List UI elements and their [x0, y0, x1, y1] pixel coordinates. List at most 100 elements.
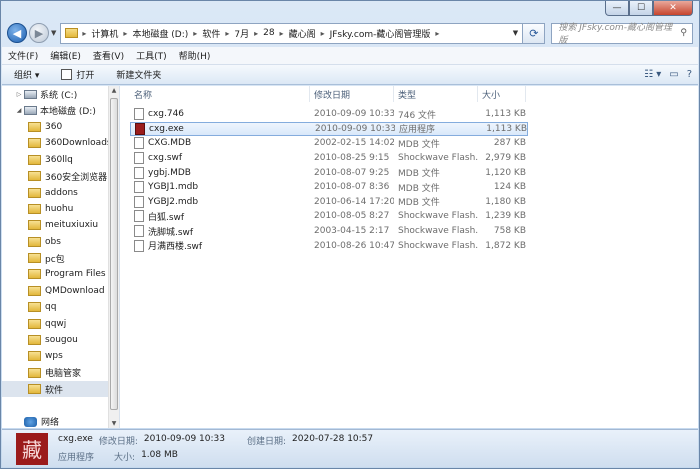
- explorer-window: — ☐ ✕ ◀ ▶ ▼ ▸ 计算机 ▸ 本地磁盘 (D:) ▸ 软件 ▸ 7月 ▸ 28 ▸ 藏心阁 ▸…: [0, 0, 700, 469]
- nav-item-folder[interactable]: 360llq: [2, 152, 119, 168]
- nav-item-label: meituxiuxiu: [45, 220, 99, 231]
- close-button[interactable]: ✕: [653, 1, 693, 16]
- breadcrumb-separator[interactable]: ▸: [225, 29, 229, 38]
- navigation-pane: ▷ 系统 (C:) ◢ 本地磁盘 (D:) 360 360Downloads 360llq 3…: [2, 86, 120, 428]
- nav-item-folder[interactable]: sougou: [2, 332, 119, 348]
- file-row[interactable]: 白狐.swf 2010-08-05 8:27 Shockwave Flash... 1…: [130, 209, 526, 224]
- file-date: 2010-08-26 10:47: [314, 240, 394, 251]
- nav-item-folder[interactable]: 360安全浏览器: [2, 168, 119, 184]
- breadcrumb-item[interactable]: 软件: [202, 27, 220, 40]
- nav-item-network[interactable]: 网络: [2, 413, 119, 428]
- breadcrumb-separator[interactable]: ▸: [321, 29, 325, 38]
- search-input[interactable]: 搜索 JFsky.com-藏心阁管理版 ⚲: [551, 22, 693, 46]
- nav-item-folder[interactable]: meituxiuxiu: [2, 217, 119, 233]
- menu-item[interactable]: 工具(T): [136, 49, 167, 62]
- preview-pane-button[interactable]: ▭: [669, 69, 678, 80]
- column-size-label: 大小: [482, 90, 501, 101]
- collapsed-arrow-icon[interactable]: ▷: [14, 91, 24, 98]
- menu-item[interactable]: 查看(V): [93, 49, 124, 62]
- column-header-name[interactable]: 名称: [130, 86, 310, 102]
- file-date: 2002-02-15 14:02: [314, 138, 394, 149]
- file-name: 洗脚城.swf: [148, 227, 194, 238]
- nav-item-drive[interactable]: ◢ 本地磁盘 (D:): [2, 102, 119, 118]
- breadcrumb-item[interactable]: 7月: [234, 27, 249, 40]
- back-button[interactable]: ◀: [7, 23, 27, 43]
- nav-item-folder[interactable]: 360: [2, 119, 119, 135]
- help-button[interactable]: ?: [687, 69, 692, 80]
- nav-item-folder[interactable]: wps: [2, 348, 119, 364]
- menu-item[interactable]: 帮助(H): [179, 49, 211, 62]
- file-row[interactable]: 月满西楼.swf 2010-08-26 10:47 Shockwave Flash.…: [130, 238, 526, 253]
- file-row[interactable]: cxg.746 2010-09-09 10:33 746 文件 1,113 KB: [130, 107, 526, 122]
- refresh-button[interactable]: ⟳: [523, 22, 546, 44]
- scroll-thumb[interactable]: [110, 98, 118, 410]
- file-type: MDB 文件: [398, 183, 440, 194]
- minimize-button[interactable]: —: [605, 1, 629, 16]
- file-row[interactable]: ygbj.MDB 2010-08-07 9:25 MDB 文件 1,120 KB: [130, 165, 526, 180]
- file-name: YGBJ1.mdb: [148, 182, 199, 193]
- modified-value: 2010-09-09 10:33: [143, 434, 225, 444]
- column-header-size[interactable]: 大小: [478, 86, 526, 102]
- breadcrumb-separator[interactable]: ▸: [254, 29, 258, 38]
- recent-pages-dropdown[interactable]: ▼: [51, 29, 56, 37]
- file-row[interactable]: YGBJ2.mdb 2010-06-14 17:20 MDB 文件 1,180 KB: [130, 195, 526, 210]
- column-header-type[interactable]: 类型: [394, 86, 478, 102]
- address-dropdown[interactable]: ▼: [508, 29, 522, 37]
- scroll-up-arrow[interactable]: ▲: [109, 87, 119, 94]
- nav-item-folder[interactable]: Program Files: [2, 266, 119, 282]
- address-bar[interactable]: ▸ 计算机 ▸ 本地磁盘 (D:) ▸ 软件 ▸ 7月 ▸ 28 ▸ 藏心阁 ▸ JFsky.com-藏心…: [60, 22, 524, 44]
- column-headers: 名称 修改日期 类型 大小: [130, 86, 526, 102]
- breadcrumb-item[interactable]: 藏心阁: [289, 27, 316, 40]
- nav-item-label: sougou: [45, 335, 78, 346]
- nav-item-folder[interactable]: qqwj: [2, 315, 119, 331]
- breadcrumb-item[interactable]: 本地磁盘 (D:): [132, 27, 188, 40]
- file-name-cell: 月满西楼.swf: [130, 239, 310, 252]
- file-name-cell: cxg.swf: [130, 152, 310, 165]
- nav-item-folder[interactable]: obs: [2, 234, 119, 250]
- nav-item-drive[interactable]: ▷ 系统 (C:): [2, 86, 119, 102]
- maximize-button[interactable]: ☐: [629, 1, 653, 16]
- file-row[interactable]: CXG.MDB 2002-02-15 14:02 MDB 文件 287 KB: [130, 136, 526, 151]
- nav-item-folder[interactable]: QMDownload: [2, 283, 119, 299]
- breadcrumb-separator[interactable]: ▸: [280, 29, 284, 38]
- view-options-button[interactable]: ☷ ▾: [644, 69, 661, 80]
- column-header-date[interactable]: 修改日期: [310, 86, 394, 102]
- breadcrumb-item[interactable]: 28: [263, 28, 274, 38]
- menu-item[interactable]: 编辑(E): [50, 49, 81, 62]
- file-name-cell: 洗脚城.swf: [130, 225, 310, 238]
- nav-item-folder[interactable]: 软件: [2, 381, 119, 398]
- file-size: 1,113 KB: [485, 109, 526, 120]
- file-row[interactable]: cxg.swf 2010-08-25 9:15 Shockwave Flash...…: [130, 151, 526, 166]
- nav-item-folder[interactable]: huohu: [2, 201, 119, 217]
- navigation-scrollbar[interactable]: ▲ ▼: [108, 86, 119, 428]
- file-row[interactable]: 洗脚城.swf 2003-04-15 2:17 Shockwave Flash...…: [130, 224, 526, 239]
- column-name-label: 名称: [134, 90, 153, 101]
- file-row[interactable]: YGBJ1.mdb 2010-08-07 8:36 MDB 文件 124 KB: [130, 180, 526, 195]
- file-name: 月满西楼.swf: [148, 242, 203, 253]
- nav-item-label: 电脑管家: [45, 369, 82, 380]
- breadcrumb-separator[interactable]: ▸: [193, 29, 197, 38]
- nav-item-folder[interactable]: qq: [2, 299, 119, 315]
- breadcrumb-separator[interactable]: ▸: [123, 29, 127, 38]
- nav-item-folder[interactable]: pc包: [2, 250, 119, 266]
- open-button[interactable]: 打开: [61, 68, 94, 81]
- organize-button[interactable]: 组织 ▾: [14, 68, 39, 81]
- nav-item-folder[interactable]: 电脑管家: [2, 365, 119, 381]
- nav-item-folder[interactable]: addons: [2, 184, 119, 200]
- command-bar: 组织 ▾ 打开 新建文件夹 ☷ ▾ ▭ ?: [2, 65, 698, 85]
- nav-item-folder[interactable]: 360Downloads: [2, 135, 119, 151]
- forward-button[interactable]: ▶: [29, 23, 49, 43]
- breadcrumb-separator[interactable]: ▸: [435, 29, 439, 38]
- scroll-down-arrow[interactable]: ▼: [109, 420, 119, 427]
- breadcrumb-item[interactable]: 计算机: [91, 27, 118, 40]
- breadcrumb-item[interactable]: JFsky.com-藏心阁管理版: [330, 27, 431, 40]
- menu-item[interactable]: 文件(F): [8, 49, 38, 62]
- expanded-arrow-icon[interactable]: ◢: [14, 107, 24, 114]
- open-label: 打开: [76, 71, 95, 81]
- nav-item-label: qq: [45, 302, 57, 313]
- new-folder-button[interactable]: 新建文件夹: [116, 68, 161, 81]
- file-row[interactable]: cxg.exe 2010-09-09 10:33 应用程序 1,113 KB: [130, 121, 528, 137]
- breadcrumb-separator[interactable]: ▸: [82, 29, 86, 38]
- file-type: Shockwave Flash...: [398, 153, 478, 164]
- file-size: 758 KB: [493, 226, 526, 237]
